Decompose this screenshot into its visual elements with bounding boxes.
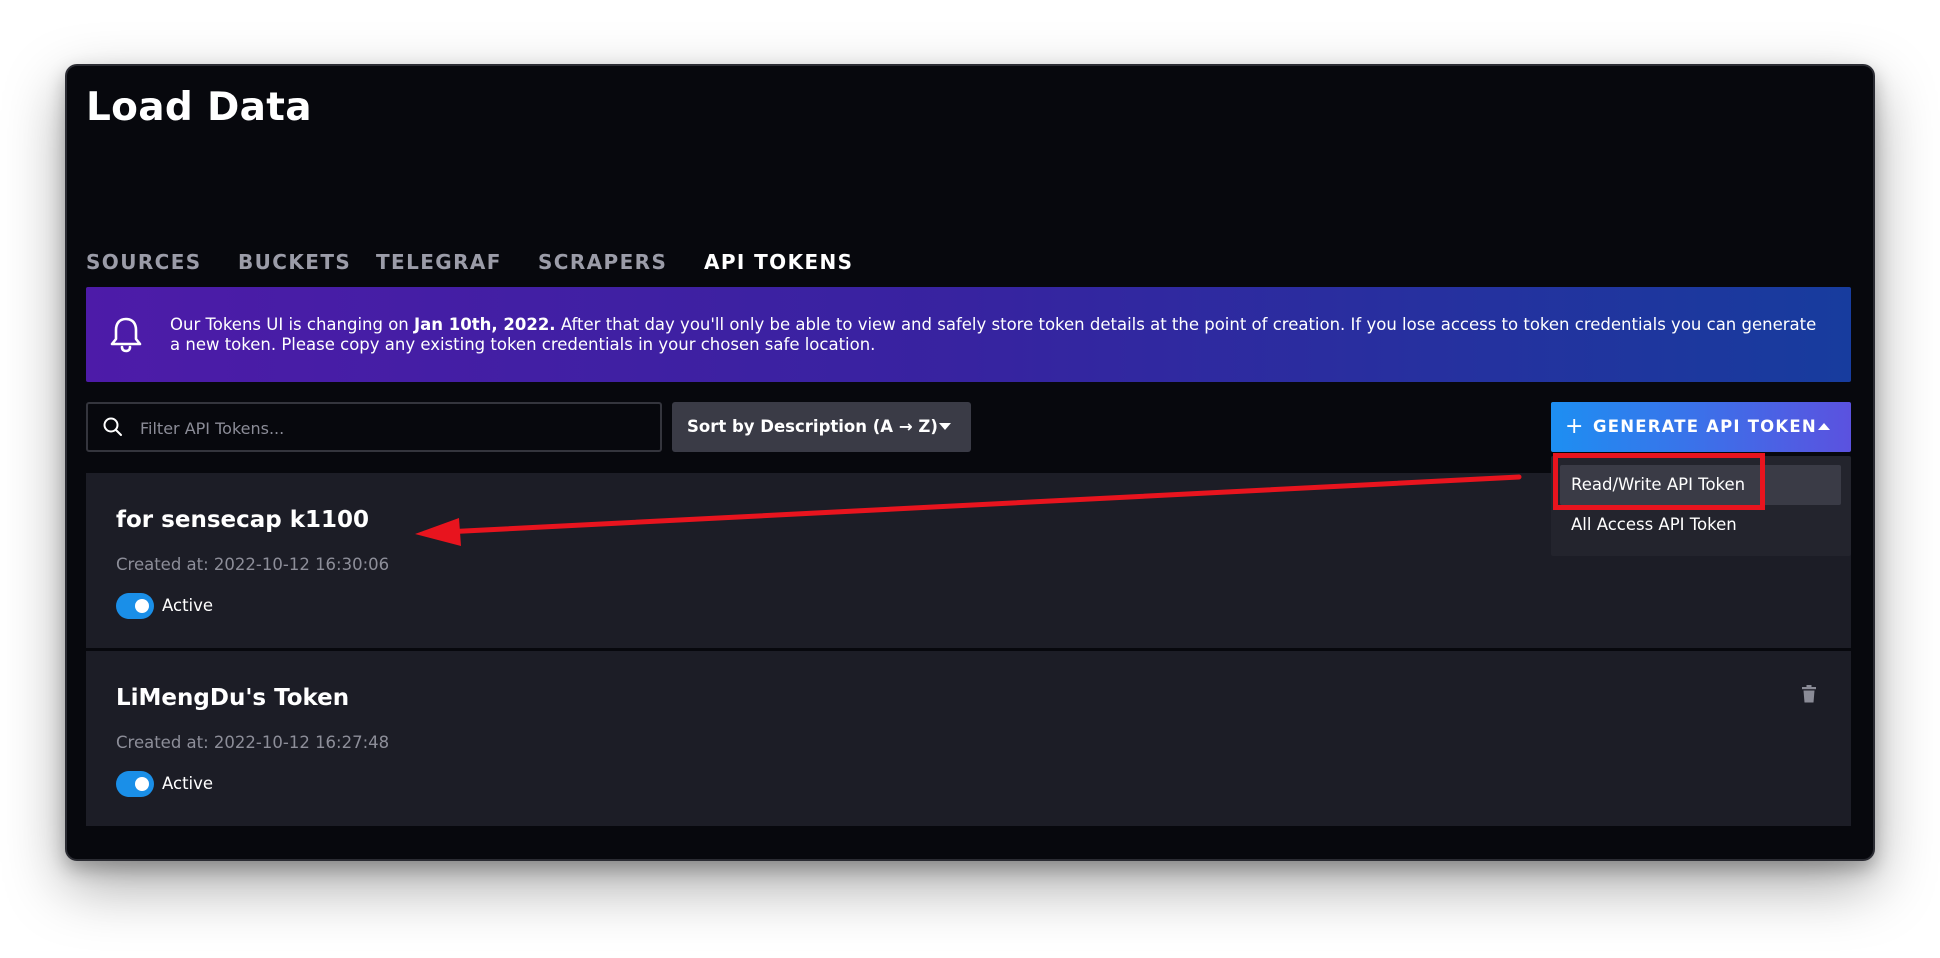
token-created-at: Created at: 2022-10-12 16:27:48 bbox=[116, 733, 390, 752]
generate-api-token-button[interactable]: + GENERATE API TOKEN bbox=[1551, 402, 1851, 452]
sort-dropdown[interactable]: Sort by Description (A → Z) bbox=[672, 402, 971, 452]
tokens-ui-change-banner: Our Tokens UI is changing on Jan 10th, 2… bbox=[86, 287, 1851, 382]
token-name[interactable]: LiMengDu's Token bbox=[116, 683, 349, 713]
menu-item-read-write-token[interactable]: Read/Write API Token bbox=[1560, 465, 1841, 505]
token-created-at: Created at: 2022-10-12 16:30:06 bbox=[116, 555, 390, 574]
token-card[interactable]: LiMengDu's Token Created at: 2022-10-12 … bbox=[86, 651, 1851, 826]
token-status-label: Active bbox=[162, 596, 214, 615]
token-name[interactable]: for sensecap k1100 bbox=[116, 505, 369, 535]
page-title: Load Data bbox=[86, 85, 312, 130]
plus-icon: + bbox=[1565, 414, 1585, 439]
banner-date: Jan 10th, 2022. bbox=[414, 315, 556, 334]
banner-message: Our Tokens UI is changing on Jan 10th, 2… bbox=[170, 315, 1817, 354]
filter-tokens-input[interactable] bbox=[138, 404, 642, 452]
token-status-label: Active bbox=[162, 774, 214, 793]
generate-api-token-label: GENERATE API TOKEN bbox=[1593, 417, 1817, 436]
trash-icon[interactable] bbox=[1801, 685, 1817, 703]
toggle-knob bbox=[135, 599, 149, 613]
token-active-toggle[interactable] bbox=[116, 771, 154, 797]
chevron-up-icon bbox=[1818, 423, 1830, 430]
chevron-down-icon bbox=[939, 423, 951, 430]
filter-tokens-field[interactable] bbox=[86, 402, 662, 452]
search-icon bbox=[103, 417, 122, 436]
toggle-knob bbox=[135, 777, 149, 791]
bell-icon bbox=[110, 317, 142, 353]
token-active-toggle[interactable] bbox=[116, 593, 154, 619]
sort-label: Sort by Description (A → Z) bbox=[687, 417, 938, 436]
menu-item-all-access-token[interactable]: All Access API Token bbox=[1560, 505, 1841, 545]
generate-token-menu: Read/Write API Token All Access API Toke… bbox=[1551, 456, 1851, 556]
load-data-window: Load Data SOURCES BUCKETS TELEGRAF SCRAP… bbox=[65, 64, 1875, 861]
